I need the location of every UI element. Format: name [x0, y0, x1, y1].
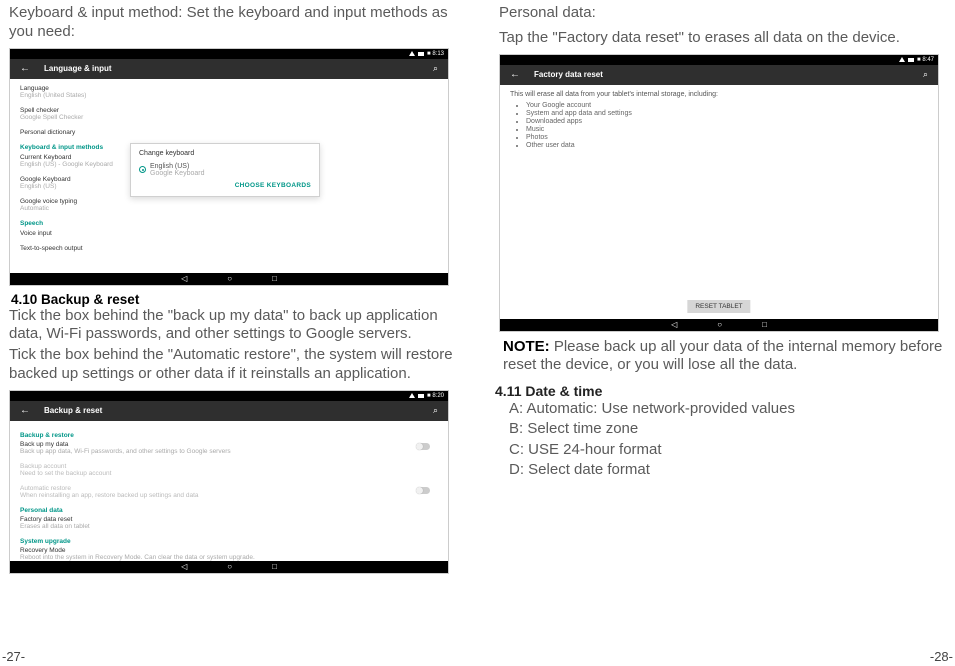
toggle-off-icon[interactable]	[416, 487, 430, 494]
list-item: Your Google account	[526, 102, 928, 109]
search-icon[interactable]: ⌕	[433, 63, 438, 74]
status-bar: ■ 8:13	[10, 49, 448, 59]
lead-text: This will erase all data from your table…	[510, 91, 928, 98]
nav-back-icon[interactable]: ◁	[181, 562, 187, 571]
signal-icon	[409, 393, 415, 398]
keyboard-option-english-us[interactable]: English (US) Google Keyboard	[139, 163, 311, 177]
right-column: Personal data: Tap the "Factory data res…	[495, 4, 945, 480]
signal-icon	[409, 51, 415, 56]
back-icon[interactable]: ←	[20, 63, 30, 74]
battery-icon	[908, 58, 914, 62]
item-auto: A: Automatic: Use network-provided value…	[509, 399, 945, 419]
option-sub: Google Keyboard	[150, 170, 204, 177]
intro-personal-data: Personal data:	[495, 4, 945, 23]
note-text: Please back up all your data of the inte…	[503, 338, 942, 374]
appbar-title: Factory data reset	[534, 70, 603, 79]
factory-reset-content: This will erase all data from your table…	[500, 85, 938, 319]
nav-home-icon[interactable]: ○	[227, 274, 232, 283]
intro-keyboard: Keyboard & input method: Set the keyboar…	[5, 4, 455, 42]
left-column: Keyboard & input method: Set the keyboar…	[5, 4, 455, 580]
item-back-up-my-data[interactable]: Back up my data Back up app data, Wi-Fi …	[20, 441, 438, 455]
toggle-off-icon[interactable]	[416, 443, 430, 450]
date-time-list: A: Automatic: Use network-provided value…	[495, 399, 945, 480]
settings-content: Backup & restore Back up my data Back up…	[10, 421, 448, 561]
nav-home-icon[interactable]: ○	[717, 320, 722, 329]
appbar-title: Language & input	[44, 64, 112, 73]
app-bar: ← Factory data reset ⌕	[500, 65, 938, 85]
nav-bar: ◁ ○ □	[10, 561, 448, 573]
nav-bar: ◁ ○ □	[500, 319, 938, 331]
list-item: System and app data and settings	[526, 110, 928, 117]
note-paragraph: NOTE: Please back up all your data of th…	[495, 338, 945, 376]
status-bar: ■ 8:47	[500, 55, 938, 65]
reset-tablet-button[interactable]: RESET TABLET	[687, 300, 750, 313]
paragraph-backup-2: Tick the box behind the "Automatic resto…	[5, 346, 455, 384]
header-personal-data: Personal data	[20, 507, 438, 514]
erase-list: Your Google account System and app data …	[510, 102, 928, 149]
battery-icon	[418, 394, 424, 398]
item-language[interactable]: LanguageEnglish (United States)	[20, 85, 438, 99]
list-item: Music	[526, 126, 928, 133]
choose-keyboards-button[interactable]: CHOOSE KEYBOARDS	[235, 182, 311, 189]
item-google-voice-typing[interactable]: Google voice typingAutomatic	[20, 198, 438, 212]
status-time: ■ 8:13	[427, 51, 444, 57]
search-icon[interactable]: ⌕	[433, 405, 438, 416]
signal-icon	[899, 57, 905, 62]
item-tts[interactable]: Text-to-speech output	[20, 245, 438, 252]
list-item: Other user data	[526, 142, 928, 149]
item-date-format: D: Select date format	[509, 460, 945, 480]
screenshot-backup-reset: ■ 8:20 ← Backup & reset ⌕ Backup & resto…	[9, 390, 449, 574]
nav-recent-icon[interactable]: □	[272, 562, 277, 571]
settings-content: LanguageEnglish (United States) Spell ch…	[10, 79, 448, 273]
item-24hour: C: USE 24-hour format	[509, 440, 945, 460]
nav-back-icon[interactable]: ◁	[181, 274, 187, 283]
search-icon[interactable]: ⌕	[923, 69, 928, 80]
nav-back-icon[interactable]: ◁	[671, 320, 677, 329]
item-backup-account[interactable]: Backup accountNeed to set the backup acc…	[20, 463, 438, 477]
section-4-10-heading: 4.10 Backup & reset	[5, 292, 455, 307]
header-speech: Speech	[20, 220, 438, 227]
header-system-upgrade: System upgrade	[20, 538, 438, 545]
back-icon[interactable]: ←	[20, 405, 30, 416]
status-time: ■ 8:47	[917, 57, 934, 63]
nav-bar: ◁ ○ □	[10, 273, 448, 285]
radio-checked-icon	[139, 166, 146, 173]
nav-recent-icon[interactable]: □	[762, 320, 767, 329]
paragraph-backup-1: Tick the box behind the "back up my data…	[5, 307, 455, 345]
status-time: ■ 8:20	[427, 393, 444, 399]
page-number-right: -28-	[930, 649, 953, 664]
battery-icon	[418, 52, 424, 56]
option-main: English (US)	[150, 163, 189, 170]
item-recovery-mode[interactable]: Recovery ModeReboot into the system in R…	[20, 547, 438, 561]
change-keyboard-dialog: Change keyboard English (US) Google Keyb…	[130, 143, 320, 197]
note-label: NOTE:	[503, 338, 550, 355]
section-4-11-heading: 4.11 Date & time	[495, 383, 945, 399]
nav-home-icon[interactable]: ○	[227, 562, 232, 571]
item-automatic-restore[interactable]: Automatic restore When reinstalling an a…	[20, 485, 438, 499]
screenshot-language-input: ■ 8:13 ← Language & input ⌕ LanguageEngl…	[9, 48, 449, 286]
intro-factory-reset: Tap the "Factory data reset" to erases a…	[495, 29, 945, 48]
item-factory-data-reset[interactable]: Factory data resetErases all data on tab…	[20, 516, 438, 530]
appbar-title: Backup & reset	[44, 406, 102, 415]
item-personal-dictionary[interactable]: Personal dictionary	[20, 129, 438, 136]
page-number-left: -27-	[2, 649, 25, 664]
app-bar: ← Language & input ⌕	[10, 59, 448, 79]
item-timezone: B: Select time zone	[509, 419, 945, 439]
screenshot-factory-data-reset: ■ 8:47 ← Factory data reset ⌕ This will …	[499, 54, 939, 332]
item-voice-input[interactable]: Voice input	[20, 230, 438, 237]
app-bar: ← Backup & reset ⌕	[10, 401, 448, 421]
list-item: Downloaded apps	[526, 118, 928, 125]
item-spell-checker[interactable]: Spell checkerGoogle Spell Checker	[20, 107, 438, 121]
list-item: Photos	[526, 134, 928, 141]
status-bar: ■ 8:20	[10, 391, 448, 401]
nav-recent-icon[interactable]: □	[272, 274, 277, 283]
header-backup-restore: Backup & restore	[20, 432, 438, 439]
back-icon[interactable]: ←	[510, 69, 520, 80]
dialog-title: Change keyboard	[139, 150, 311, 157]
